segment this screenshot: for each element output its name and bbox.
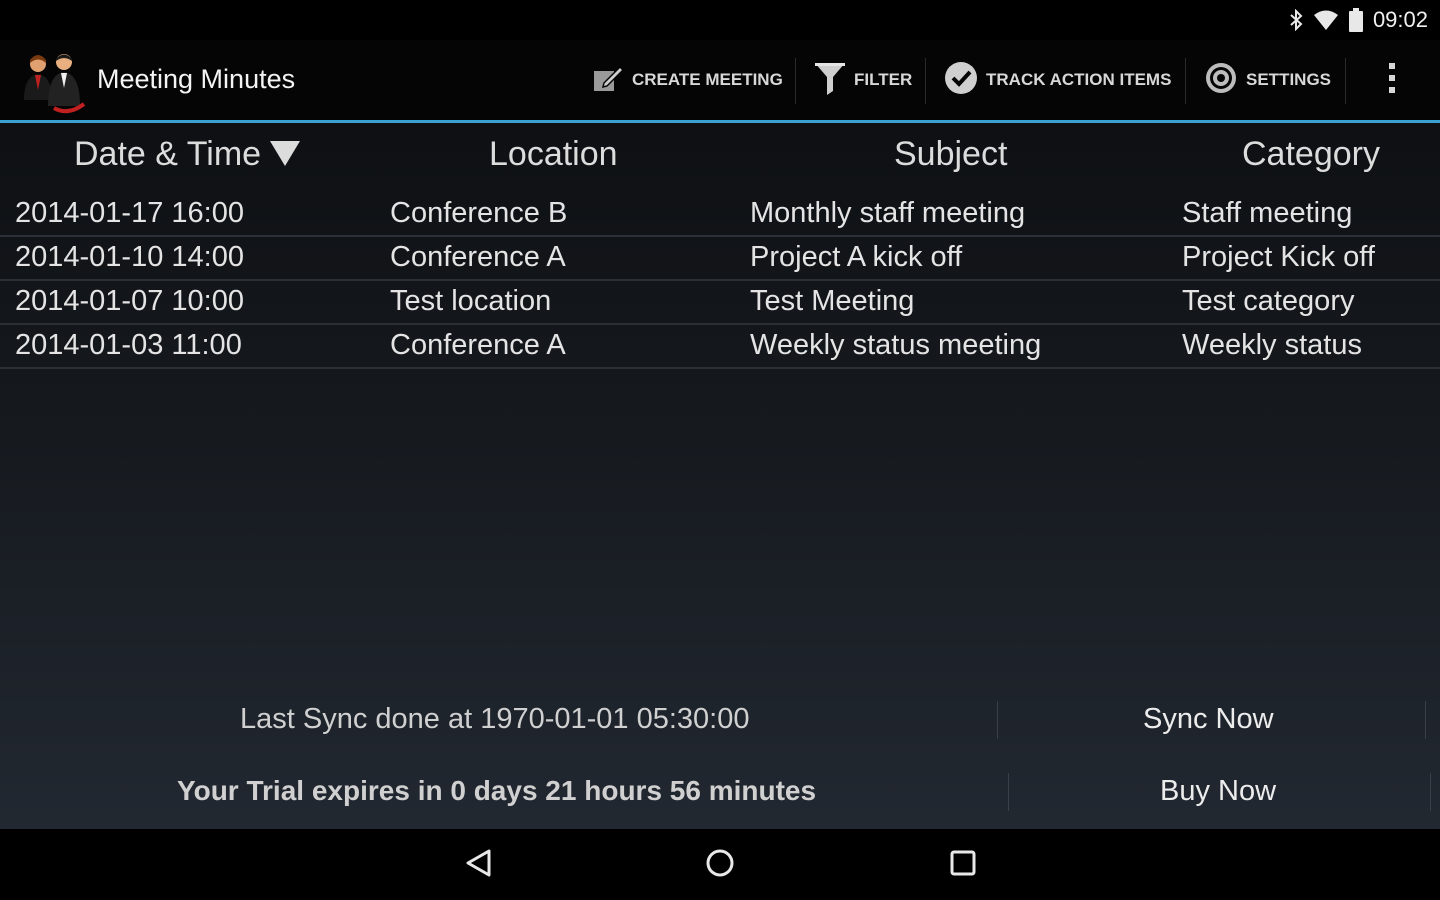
- create-meeting-label: CREATE MEETING: [632, 70, 783, 89]
- table-row[interactable]: 2014-01-17 16:00 Conference B Monthly st…: [0, 193, 1440, 237]
- action-bar: Meeting Minutes CREATE MEETING FILTER TR…: [0, 40, 1440, 120]
- wifi-icon: [1313, 9, 1339, 31]
- meeting-list: 2014-01-17 16:00 Conference B Monthly st…: [0, 193, 1440, 369]
- column-header-subject[interactable]: Subject: [894, 135, 1007, 174]
- cell-subject: Weekly status meeting: [750, 329, 1042, 361]
- check-circle-icon: [944, 61, 978, 99]
- status-icons: 09:02: [1289, 6, 1428, 34]
- cell-subject: Test Meeting: [750, 285, 915, 317]
- cell-location: Conference B: [390, 197, 568, 229]
- trial-status-row: Your Trial expires in 0 days 21 hours 56…: [0, 769, 1440, 819]
- cell-date-time: 2014-01-10 14:00: [15, 241, 244, 273]
- cell-date-time: 2014-01-17 16:00: [15, 197, 244, 229]
- action-divider: [1185, 58, 1186, 104]
- table-header: Date & Time Location Subject Category: [0, 123, 1440, 189]
- cell-subject: Monthly staff meeting: [750, 197, 1026, 229]
- footer-divider: [997, 701, 998, 739]
- cell-date-time: 2014-01-03 11:00: [15, 329, 242, 361]
- sort-descending-icon: [269, 137, 301, 176]
- gear-icon: [1204, 61, 1238, 99]
- trial-expiry-text: Your Trial expires in 0 days 21 hours 56…: [177, 775, 817, 806]
- cell-category: Project Kick off: [1182, 241, 1375, 273]
- table-row[interactable]: 2014-01-03 11:00 Conference A Weekly sta…: [0, 325, 1440, 369]
- overflow-menu-button[interactable]: [1380, 56, 1404, 104]
- cell-category: Staff meeting: [1182, 197, 1353, 229]
- footer-divider: [1008, 773, 1009, 811]
- footer-divider: [1425, 701, 1426, 739]
- sync-status-row: Last Sync done at 1970-01-01 05:30:00 Sy…: [0, 697, 1440, 747]
- cell-category: Test category: [1182, 285, 1355, 317]
- settings-button[interactable]: SETTINGS: [1204, 56, 1331, 104]
- action-divider: [925, 58, 926, 104]
- column-header-date-time[interactable]: Date & Time: [74, 135, 301, 176]
- filter-icon: [814, 61, 846, 99]
- recents-icon: [949, 849, 977, 881]
- cell-category: Weekly status: [1182, 329, 1362, 361]
- sync-now-button[interactable]: Sync Now: [1143, 703, 1274, 736]
- table-row[interactable]: 2014-01-07 10:00 Test location Test Meet…: [0, 281, 1440, 325]
- table-row[interactable]: 2014-01-10 14:00 Conference A Project A …: [0, 237, 1440, 281]
- battery-icon: [1348, 8, 1363, 32]
- action-divider: [795, 58, 796, 104]
- navigation-bar: [0, 829, 1440, 900]
- status-clock: 09:02: [1372, 7, 1428, 32]
- cell-subject: Project A kick off: [750, 241, 963, 273]
- back-icon: [464, 848, 492, 882]
- meetings-content: Date & Time Location Subject Category 20…: [0, 123, 1440, 829]
- bluetooth-icon: [1289, 9, 1303, 31]
- filter-button[interactable]: FILTER: [814, 56, 912, 104]
- column-header-category[interactable]: Category: [1242, 135, 1380, 174]
- app-title: Meeting Minutes: [97, 64, 296, 94]
- settings-label: SETTINGS: [1246, 70, 1332, 89]
- filter-label: FILTER: [854, 70, 913, 89]
- track-action-items-button[interactable]: TRACK ACTION ITEMS: [944, 56, 1171, 104]
- column-header-location[interactable]: Location: [489, 135, 618, 174]
- create-meeting-button[interactable]: CREATE MEETING: [592, 56, 783, 104]
- status-bar: 09:02: [0, 0, 1440, 40]
- action-divider: [1345, 58, 1346, 104]
- home-button[interactable]: [700, 847, 740, 883]
- app-logo[interactable]: [18, 50, 90, 114]
- cell-date-time: 2014-01-07 10:00: [15, 285, 244, 317]
- track-action-items-label: TRACK ACTION ITEMS: [986, 70, 1172, 89]
- buy-now-button[interactable]: Buy Now: [1160, 775, 1276, 808]
- cell-location: Conference A: [390, 329, 566, 361]
- back-button[interactable]: [458, 847, 498, 883]
- recents-button[interactable]: [943, 847, 983, 883]
- cell-location: Conference A: [390, 241, 566, 273]
- overflow-menu-icon: [1388, 61, 1396, 99]
- footer-divider: [1430, 773, 1431, 811]
- edit-icon: [592, 63, 625, 97]
- home-icon: [705, 848, 735, 882]
- last-sync-text: Last Sync done at 1970-01-01 05:30:00: [240, 703, 750, 735]
- cell-location: Test location: [390, 285, 552, 317]
